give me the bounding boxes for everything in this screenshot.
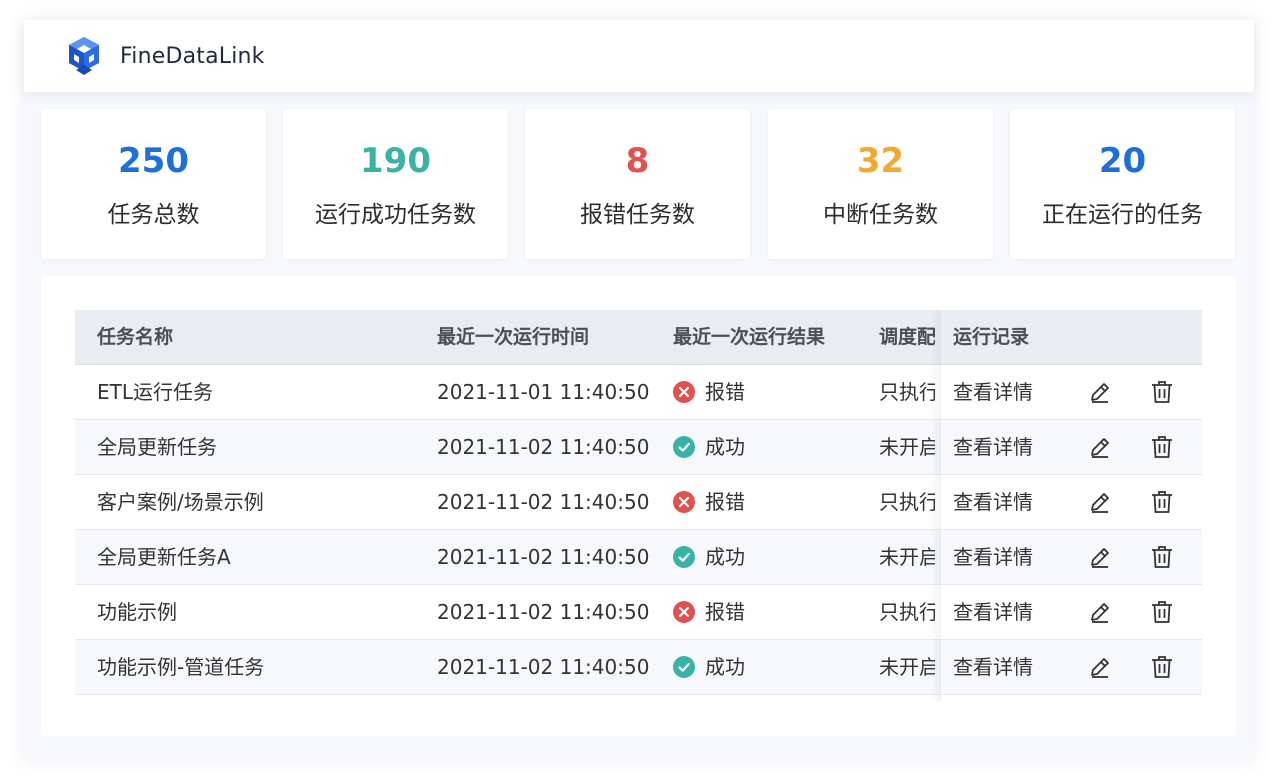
- schedule-config: 未开启: [879, 545, 935, 569]
- task-name: 客户案例/场景示例: [97, 490, 264, 514]
- success-check-icon: [673, 655, 695, 678]
- view-details-link[interactable]: 查看详情: [953, 475, 1073, 529]
- last-run-result: 成功: [673, 640, 873, 694]
- edit-pencil-icon[interactable]: [1085, 420, 1115, 474]
- stat-card-interrupted: 32 中断任务数: [768, 109, 993, 259]
- view-details-link[interactable]: 查看详情: [953, 530, 1073, 584]
- task-table-panel: 任务名称 最近一次运行时间 最近一次运行结果 调度配 运行记录 ETL运行任务 2…: [41, 276, 1236, 736]
- header-last-run-time: 最近一次运行时间: [437, 326, 590, 348]
- table-row: 全局更新任务A 2021-11-02 11:40:50 成功 未开启 查看详情: [75, 530, 1202, 585]
- task-name: 全局更新任务: [97, 435, 217, 459]
- task-table: 任务名称 最近一次运行时间 最近一次运行结果 调度配 运行记录 ETL运行任务 2…: [75, 310, 1202, 702]
- view-details-link[interactable]: 查看详情: [953, 420, 1073, 474]
- header-last-run-result: 最近一次运行结果: [673, 326, 826, 348]
- task-name: 功能示例: [97, 600, 177, 624]
- schedule-config: 只执行: [879, 380, 935, 404]
- stat-value: 32: [856, 141, 905, 181]
- result-text: 成功: [705, 435, 745, 459]
- result-text: 成功: [705, 655, 745, 679]
- stat-value: 8: [625, 141, 650, 181]
- last-run-result: 报错: [673, 365, 873, 419]
- stat-label: 运行成功任务数: [315, 202, 476, 228]
- last-run-time: 2021-11-02 11:40:50: [437, 545, 650, 569]
- view-details-link[interactable]: 查看详情: [953, 585, 1073, 639]
- trash-icon[interactable]: [1147, 585, 1177, 639]
- view-details-link[interactable]: 查看详情: [953, 640, 1073, 694]
- trash-icon[interactable]: [1147, 530, 1177, 584]
- edit-pencil-icon[interactable]: [1085, 475, 1115, 529]
- table-row: 功能示例 2021-11-02 11:40:50 报错 只执行 查看详情: [75, 585, 1202, 640]
- edit-pencil-icon[interactable]: [1085, 585, 1115, 639]
- last-run-time: 2021-11-02 11:40:50: [437, 600, 650, 624]
- header-run-record: 运行记录: [953, 326, 1030, 348]
- edit-pencil-icon[interactable]: [1085, 640, 1115, 694]
- table-row: 全局更新任务 2021-11-02 11:40:50 成功 未开启 查看详情: [75, 420, 1202, 475]
- stat-card-success: 190 运行成功任务数: [283, 109, 508, 259]
- result-text: 报错: [705, 490, 745, 514]
- stat-card-error: 8 报错任务数: [525, 109, 750, 259]
- schedule-config: 只执行: [879, 490, 935, 514]
- success-check-icon: [673, 435, 695, 458]
- last-run-time: 2021-11-01 11:40:50: [437, 380, 650, 404]
- cube-logo-icon: [69, 37, 99, 75]
- stat-card-total: 250 任务总数: [41, 109, 266, 259]
- stat-label: 任务总数: [107, 202, 200, 228]
- task-name: ETL运行任务: [97, 380, 213, 404]
- stat-card-running: 20 正在运行的任务: [1010, 109, 1235, 259]
- task-name: 功能示例-管道任务: [97, 655, 265, 679]
- error-x-icon: [673, 380, 695, 403]
- success-check-icon: [673, 545, 695, 568]
- error-x-icon: [673, 600, 695, 623]
- table-row: 功能示例-管道任务 2021-11-02 11:40:50 成功 未开启 查看详情: [75, 640, 1202, 695]
- header-task-name: 任务名称: [97, 326, 174, 348]
- stat-label: 报错任务数: [580, 202, 695, 228]
- view-details-link[interactable]: 查看详情: [953, 365, 1073, 419]
- app-window: FineDataLink 250 任务总数 190 运行成功任务数 8 报错任务…: [24, 20, 1254, 760]
- last-run-time: 2021-11-02 11:40:50: [437, 490, 650, 514]
- top-bar: FineDataLink: [24, 20, 1254, 92]
- schedule-config: 未开启: [879, 435, 935, 459]
- last-run-result: 成功: [673, 420, 873, 474]
- result-text: 报错: [705, 380, 745, 404]
- error-x-icon: [673, 490, 695, 513]
- stat-value: 190: [360, 141, 431, 181]
- last-run-result: 报错: [673, 585, 873, 639]
- app-title: FineDataLink: [120, 43, 265, 69]
- schedule-config: 只执行: [879, 600, 935, 624]
- stat-value: 250: [118, 141, 189, 181]
- table-header: 任务名称 最近一次运行时间 最近一次运行结果 调度配 运行记录: [75, 310, 1202, 365]
- trash-icon[interactable]: [1147, 365, 1177, 419]
- last-run-result: 成功: [673, 530, 873, 584]
- trash-icon[interactable]: [1147, 475, 1177, 529]
- last-run-result: 报错: [673, 475, 873, 529]
- header-schedule: 调度配: [879, 326, 935, 348]
- trash-icon[interactable]: [1147, 420, 1177, 474]
- result-text: 报错: [705, 600, 745, 624]
- trash-icon[interactable]: [1147, 640, 1177, 694]
- stat-value: 20: [1098, 141, 1147, 181]
- edit-pencil-icon[interactable]: [1085, 530, 1115, 584]
- stat-label: 正在运行的任务: [1042, 202, 1203, 228]
- table-body: ETL运行任务 2021-11-01 11:40:50 报错 只执行 查看详情 全局更新任…: [75, 365, 1202, 695]
- stat-label: 中断任务数: [823, 202, 938, 228]
- task-name: 全局更新任务A: [97, 545, 231, 569]
- edit-pencil-icon[interactable]: [1085, 365, 1115, 419]
- last-run-time: 2021-11-02 11:40:50: [437, 655, 650, 679]
- table-row: ETL运行任务 2021-11-01 11:40:50 报错 只执行 查看详情: [75, 365, 1202, 420]
- result-text: 成功: [705, 545, 745, 569]
- table-row: 客户案例/场景示例 2021-11-02 11:40:50 报错 只执行 查看详情: [75, 475, 1202, 530]
- last-run-time: 2021-11-02 11:40:50: [437, 435, 650, 459]
- schedule-config: 未开启: [879, 655, 935, 679]
